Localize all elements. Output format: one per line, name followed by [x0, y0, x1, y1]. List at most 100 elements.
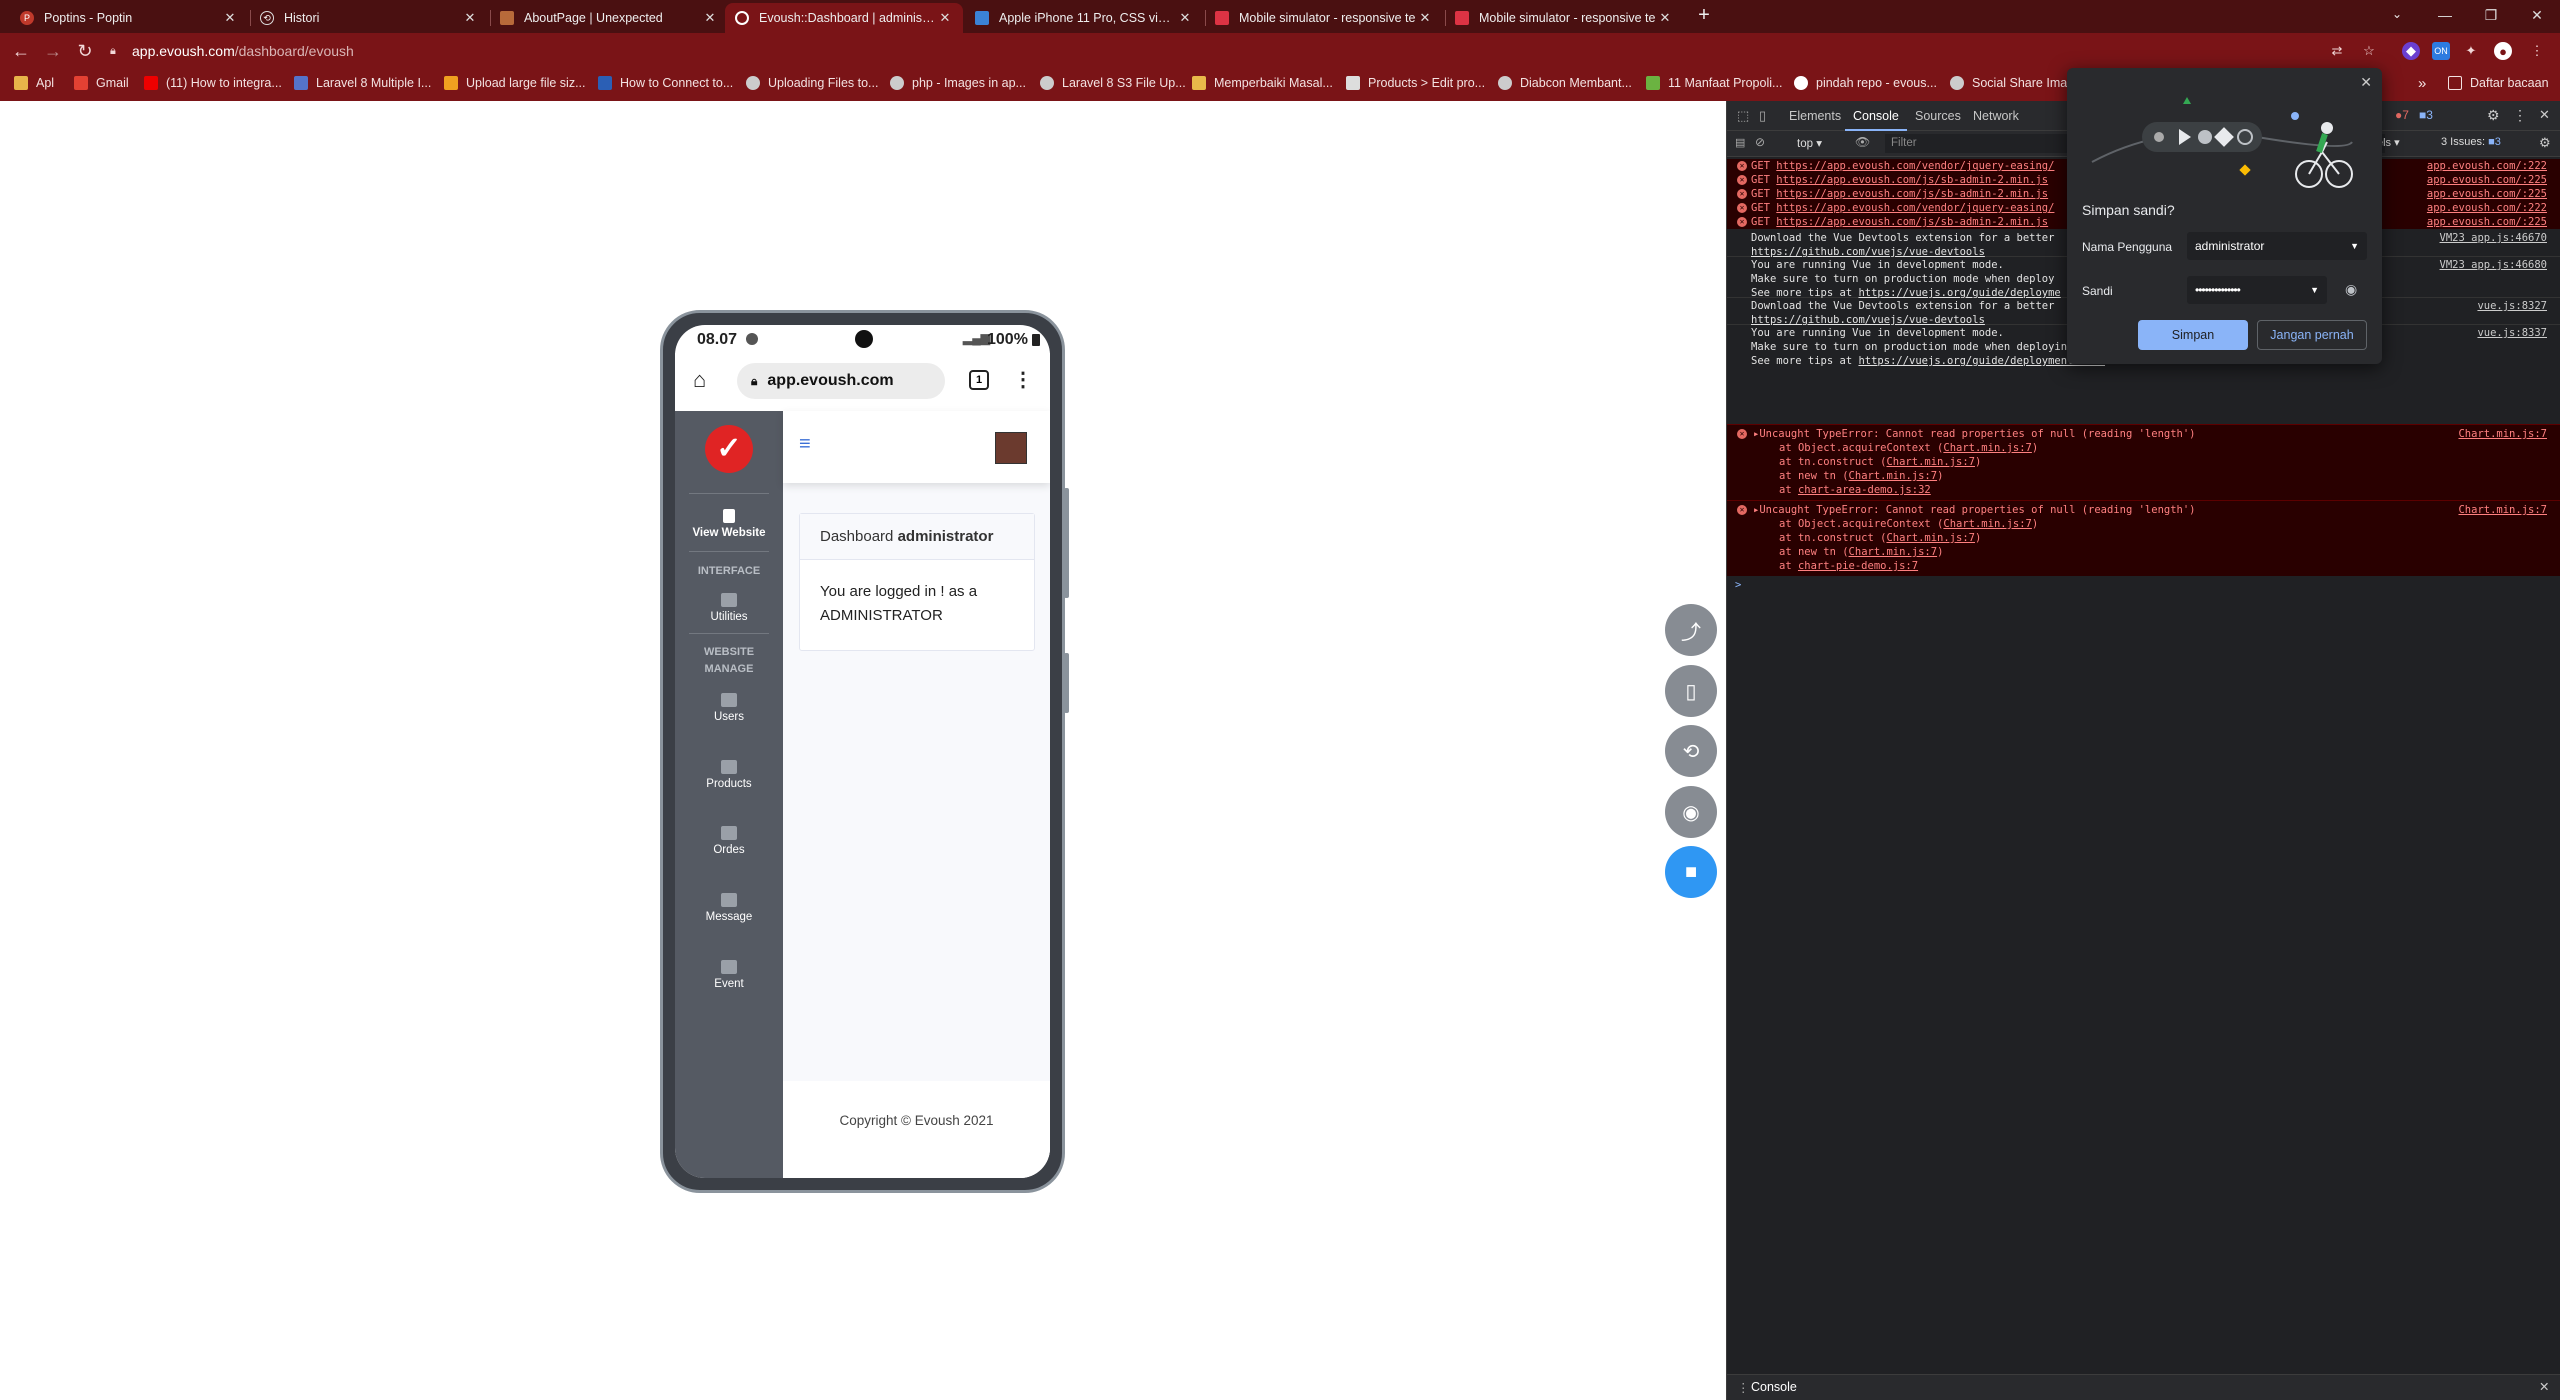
error-url-link[interactable]: https://app.evoush.com/vendor/jquery-eas…: [1776, 160, 2054, 172]
error-url-link[interactable]: https://app.evoush.com/js/sb-admin-2.min…: [1776, 216, 2048, 228]
inspect-icon[interactable]: ⬚: [1737, 108, 1749, 124]
restore-button[interactable]: ❐: [2468, 0, 2514, 30]
close-icon[interactable]: ✕: [702, 10, 718, 26]
close-icon[interactable]: ✕: [1177, 10, 1193, 26]
error-count-badge[interactable]: ●7: [2395, 108, 2409, 122]
close-icon[interactable]: ✕: [1417, 10, 1433, 26]
error-url-link[interactable]: https://app.evoush.com/js/sb-admin-2.min…: [1776, 188, 2048, 200]
window-close-button[interactable]: ✕: [2514, 0, 2560, 30]
clear-console-icon[interactable]: ⊘: [1755, 135, 1765, 149]
stack-link[interactable]: Chart.min.js:7: [1943, 518, 2032, 530]
extension-icon[interactable]: ◆: [2402, 42, 2420, 60]
bookmark-star-icon[interactable]: ☆: [2360, 42, 2378, 60]
bookmark-item[interactable]: Social Share Imag: [1950, 74, 2074, 92]
bookmark-item[interactable]: (11) How to integra...: [144, 74, 282, 92]
dialog-close-icon[interactable]: ✕: [2360, 74, 2372, 91]
password-field[interactable]: •••••••••••••• ▼: [2187, 276, 2327, 304]
extensions-puzzle-icon[interactable]: ✦: [2462, 42, 2480, 60]
sidebar-item-products[interactable]: Products: [675, 760, 783, 790]
stack-link[interactable]: chart-pie-demo.js:7: [1798, 560, 1918, 572]
forward-arrow-icon[interactable]: →: [42, 40, 64, 62]
error-url-link[interactable]: https://app.evoush.com/vendor/jquery-eas…: [1776, 202, 2054, 214]
bookmark-item[interactable]: Memperbaiki Masal...: [1192, 74, 1333, 92]
bookmark-item[interactable]: How to Connect to...: [598, 74, 733, 92]
bookmarks-overflow-button[interactable]: »: [2418, 74, 2426, 92]
bookmark-item[interactable]: Diabcon Membant...: [1498, 74, 1632, 92]
stack-link[interactable]: Chart.min.js:7: [1943, 442, 2032, 454]
source-link[interactable]: app.evoush.com/:225: [2427, 187, 2547, 201]
sidebar-item-orders[interactable]: Ordes: [675, 826, 783, 856]
browser-tab[interactable]: AboutPage | Unexpected ✕: [490, 3, 728, 33]
screenshot-button[interactable]: ◉: [1665, 786, 1717, 838]
source-link[interactable]: app.evoush.com/:222: [2427, 159, 2547, 173]
source-link[interactable]: VM23 app.js:46680: [2440, 258, 2547, 272]
chevron-down-icon[interactable]: ▼: [2350, 241, 2359, 251]
source-link[interactable]: VM23 app.js:46670: [2440, 231, 2547, 245]
address-bar[interactable]: 🔒︎ app.evoush.com/dashboard/evoush: [110, 37, 2340, 65]
sidebar-item-event[interactable]: Event: [675, 960, 783, 990]
devtools-menu-icon[interactable]: ⋮: [2513, 107, 2527, 124]
minimize-button[interactable]: —: [2422, 0, 2468, 30]
uncaught-error-row[interactable]: ✕ ▸Uncaught TypeError: Cannot read prope…: [1727, 424, 2560, 500]
reading-list-button[interactable]: Daftar bacaan: [2448, 74, 2549, 92]
mobile-address-bar[interactable]: 🔒︎ app.evoush.com: [737, 363, 945, 399]
source-link[interactable]: app.evoush.com/:225: [2427, 215, 2547, 229]
save-password-button[interactable]: Simpan: [2138, 320, 2248, 350]
new-tab-button[interactable]: +: [1692, 4, 1716, 28]
menu-kebab-icon[interactable]: ⋮: [2528, 42, 2546, 60]
devtools-close-icon[interactable]: ✕: [2539, 107, 2550, 123]
bookmark-apps[interactable]: Apl: [14, 74, 54, 92]
stack-link[interactable]: Chart.min.js:7: [1886, 532, 1975, 544]
device-button[interactable]: ▯: [1665, 665, 1717, 717]
source-link[interactable]: vue.js:8327: [2477, 299, 2547, 313]
profile-avatar-icon[interactable]: ●: [2494, 42, 2512, 60]
eye-icon[interactable]: 👁︎: [1855, 135, 1870, 149]
reload-icon[interactable]: ↻: [74, 40, 96, 62]
sidebar-toggle-icon[interactable]: ▤: [1735, 136, 1745, 149]
tab-search-icon[interactable]: ⌄: [2392, 7, 2408, 23]
browser-tab[interactable]: Mobile simulator - responsive te ✕: [1205, 3, 1443, 33]
close-icon[interactable]: ✕: [462, 10, 478, 26]
console-prompt[interactable]: >: [1727, 578, 2560, 594]
bookmark-item[interactable]: pindah repo - evous...: [1794, 74, 1937, 92]
home-icon[interactable]: ⌂: [693, 367, 706, 393]
browser-tab[interactable]: ⟲ Histori ✕: [250, 3, 488, 33]
source-link[interactable]: Chart.min.js:7: [2458, 503, 2547, 517]
sidebar-item-view-website[interactable]: View Website: [675, 509, 783, 539]
username-field[interactable]: administrator ▼: [2187, 232, 2367, 260]
extension-icon[interactable]: ON: [2432, 42, 2450, 60]
close-icon[interactable]: ✕: [1657, 10, 1673, 26]
message-count-badge[interactable]: ■3: [2419, 108, 2433, 122]
bookmark-item[interactable]: Gmail: [74, 74, 129, 92]
sidebar-item-message[interactable]: Message: [675, 893, 783, 923]
bookmark-item[interactable]: Upload large file siz...: [444, 74, 586, 92]
bookmark-item[interactable]: Products > Edit pro...: [1346, 74, 1485, 92]
stack-link[interactable]: Chart.min.js:7: [1886, 456, 1975, 468]
tab-network[interactable]: Network: [1973, 109, 2019, 123]
log-link[interactable]: https://vuejs.org/guide/deployme: [1858, 287, 2060, 299]
drawer-tab-console[interactable]: Console: [1751, 1380, 1797, 1394]
drawer-menu-icon[interactable]: ⋮: [1737, 1380, 1750, 1395]
eye-icon[interactable]: ◉: [2345, 281, 2357, 298]
tab-count[interactable]: 1: [969, 370, 989, 390]
console-settings-icon[interactable]: ⚙: [2539, 135, 2551, 151]
source-link[interactable]: app.evoush.com/:225: [2427, 173, 2547, 187]
sidebar-item-users[interactable]: Users: [675, 693, 783, 723]
source-link[interactable]: vue.js:8337: [2477, 326, 2547, 340]
source-link[interactable]: app.evoush.com/:222: [2427, 201, 2547, 215]
record-button[interactable]: ■: [1665, 846, 1717, 898]
avatar[interactable]: [995, 432, 1027, 464]
rotate-button[interactable]: ⟲: [1665, 725, 1717, 777]
bookmark-item[interactable]: 11 Manfaat Propoli...: [1646, 74, 1782, 92]
settings-gear-icon[interactable]: ⚙: [2487, 107, 2500, 124]
tab-sources[interactable]: Sources: [1915, 109, 1961, 123]
uncaught-error-row[interactable]: ✕ ▸Uncaught TypeError: Cannot read prope…: [1727, 500, 2560, 576]
bookmark-item[interactable]: Laravel 8 Multiple I...: [294, 74, 431, 92]
share-button[interactable]: ⤴: [1665, 604, 1717, 656]
tab-console[interactable]: Console: [1845, 109, 1907, 131]
stack-link[interactable]: chart-area-demo.js:32: [1798, 484, 1931, 496]
never-save-button[interactable]: Jangan pernah: [2257, 320, 2367, 350]
bookmark-item[interactable]: php - Images in ap...: [890, 74, 1026, 92]
bookmark-item[interactable]: Uploading Files to...: [746, 74, 878, 92]
device-toggle-icon[interactable]: ▯: [1759, 108, 1766, 124]
